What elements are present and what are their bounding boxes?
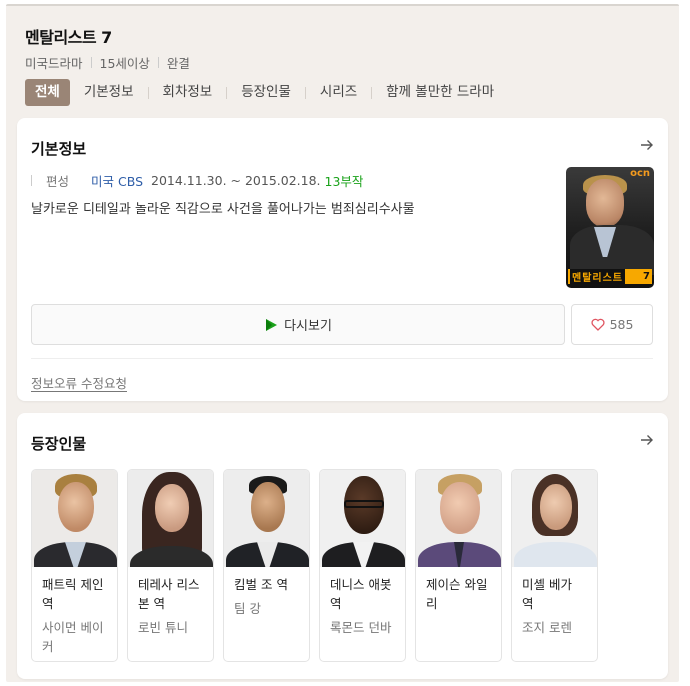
like-count: 585 xyxy=(609,317,634,332)
cast-role: 데니스 애봇 역 xyxy=(330,577,392,611)
play-icon xyxy=(266,318,278,331)
broadcast-label: 편성 xyxy=(46,174,70,189)
show-description: 날카로운 디테일과 놀라운 직감으로 사건을 풀어나가는 범죄심리수사물 xyxy=(31,202,415,217)
cast-role: 킴벌 조 역 xyxy=(234,577,288,592)
tab-all[interactable]: 전체 xyxy=(25,79,70,106)
cast-list: 패트릭 제인 역 사이먼 베이커 테레사 리스본 역 로빈 튜니 킴벌 조 역 … xyxy=(31,469,598,662)
show-poster[interactable]: ocn 멘탈리스트 7 xyxy=(566,167,654,288)
cast-actor[interactable]: 로빈 튜니 xyxy=(128,613,213,637)
report-error-link[interactable]: 정보오류 수정요청 xyxy=(31,373,127,392)
arrow-right-icon[interactable] xyxy=(640,433,654,447)
cast-actor[interactable]: 조지 로렌 xyxy=(512,613,597,637)
meta-status: 완결 xyxy=(166,56,190,71)
cast-photo xyxy=(224,470,309,567)
cast-photo xyxy=(320,470,405,567)
cast-member[interactable]: 제이슨 와일리 xyxy=(415,469,502,662)
arrow-right-icon[interactable] xyxy=(640,138,654,152)
drama-info-panel: 멘탈리스트 7 미국드라마 15세이상 완결 전체 기본정보 회차정보 등장인물… xyxy=(6,4,679,682)
tab-episodes[interactable]: 회차정보 xyxy=(149,79,227,106)
cast-photo xyxy=(416,470,501,567)
tab-series[interactable]: 시리즈 xyxy=(306,79,371,106)
rewatch-label: 다시보기 xyxy=(284,319,332,334)
show-meta: 미국드라마 15세이상 완결 xyxy=(25,53,190,72)
show-title[interactable]: 멘탈리스트 7 xyxy=(25,24,112,48)
cast-role: 테레사 리스본 역 xyxy=(138,577,200,611)
air-dates: 2014.11.30. ~ 2015.02.18. xyxy=(151,173,321,188)
tab-cast[interactable]: 등장인물 xyxy=(227,79,305,106)
cast-photo xyxy=(128,470,213,567)
cast-actor[interactable]: 팀 강 xyxy=(224,594,309,618)
cast-photo xyxy=(512,470,597,567)
cast-role: 패트릭 제인 역 xyxy=(42,577,104,611)
cast-member[interactable]: 테레사 리스본 역 로빈 튜니 xyxy=(127,469,214,662)
cast-role: 미셸 베가 역 xyxy=(522,577,572,611)
episode-count[interactable]: 13부작 xyxy=(325,171,364,190)
cast-member[interactable]: 미셸 베가 역 조지 로렌 xyxy=(511,469,598,662)
meta-genre: 미국드라마 xyxy=(25,56,83,71)
ocn-logo: ocn xyxy=(630,168,650,179)
section-divider xyxy=(31,358,653,359)
tab-recommended[interactable]: 함께 볼만한 드라마 xyxy=(372,79,508,106)
basic-info-card: 기본정보 편성 미국 CBS 2014.11.30. ~ 2015.02.18.… xyxy=(17,118,668,401)
row-marker xyxy=(31,175,32,186)
broadcast-info-row: 편성 미국 CBS 2014.11.30. ~ 2015.02.18. 13부작 xyxy=(31,171,363,190)
cast-role: 제이슨 와일리 xyxy=(426,577,488,611)
cast-member[interactable]: 데니스 애봇 역 록몬드 던바 xyxy=(319,469,406,662)
basic-info-title: 기본정보 xyxy=(31,140,87,158)
poster-number: 7 xyxy=(643,271,650,282)
cast-member[interactable]: 패트릭 제인 역 사이먼 베이커 xyxy=(31,469,118,662)
heart-icon xyxy=(591,318,605,331)
cast-title: 등장인물 xyxy=(31,435,87,453)
like-button[interactable]: 585 xyxy=(571,304,653,345)
meta-divider xyxy=(90,57,92,68)
tab-basic-info[interactable]: 기본정보 xyxy=(70,79,148,106)
cast-actor[interactable] xyxy=(416,613,501,618)
meta-divider xyxy=(157,57,159,68)
cast-card: 등장인물 패트릭 제인 역 사이먼 베이커 테레사 리스본 역 로빈 튜니 킴벌… xyxy=(17,413,668,679)
tab-bar: 전체 기본정보 회차정보 등장인물 시리즈 함께 볼만한 드라마 xyxy=(25,79,508,106)
cast-actor[interactable]: 록몬드 던바 xyxy=(320,613,405,637)
rewatch-button[interactable]: 다시보기 xyxy=(31,304,565,345)
cast-actor[interactable]: 사이먼 베이커 xyxy=(32,613,117,656)
poster-title-strip: 멘탈리스트 7 xyxy=(568,269,652,284)
poster-title: 멘탈리스트 xyxy=(570,269,625,284)
meta-rating: 15세이상 xyxy=(99,56,150,71)
cast-member[interactable]: 킴벌 조 역 팀 강 xyxy=(223,469,310,662)
cast-photo xyxy=(32,470,117,567)
poster-face xyxy=(586,179,624,227)
network-link[interactable]: 미국 CBS xyxy=(91,171,143,190)
